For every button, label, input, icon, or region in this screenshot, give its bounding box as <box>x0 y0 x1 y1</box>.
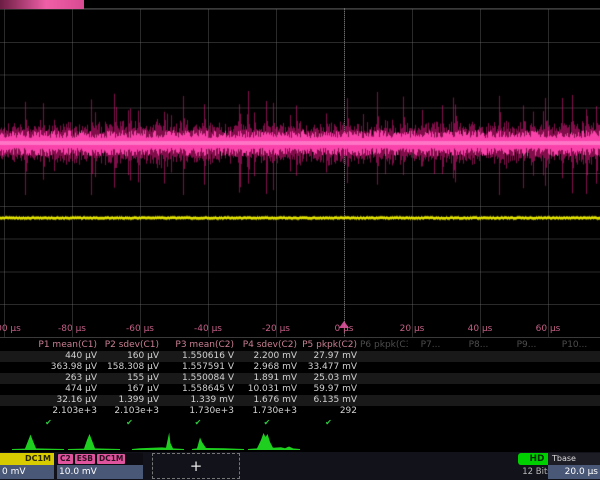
measure-cell: 2.200 mV <box>237 351 300 362</box>
param-header-p7[interactable]: P7... <box>408 340 456 351</box>
histicon-p2 <box>68 431 120 451</box>
histicon-p4 <box>192 431 244 451</box>
measure-row-value: 440 µV 160 µV 1.550616 V 2.200 mV 27.97 … <box>0 351 600 362</box>
measure-cell: 160 µV <box>100 351 162 362</box>
time-tick-label: -40 µs <box>194 324 222 334</box>
trace-annotation-badge <box>0 0 84 9</box>
time-tick-label: 40 µs <box>468 324 493 334</box>
plus-icon: + <box>190 457 203 475</box>
measure-cell: 1.399 µV <box>100 395 162 406</box>
measure-cell: 1.550616 V <box>162 351 237 362</box>
time-tick-label: -20 µs <box>262 324 290 334</box>
param-header-p6[interactable]: P6 pkpk(C3) <box>360 340 408 351</box>
measure-cell: 2.103e+3 <box>100 406 162 417</box>
histicon-p1 <box>12 431 64 451</box>
c1-scale-value: 0 mV <box>0 465 54 479</box>
measure-cell: 32.16 µV <box>0 395 100 406</box>
measure-row-mean: 363.98 µV 158.308 µV 1.557591 V 2.968 mV… <box>0 362 600 373</box>
status-ok-icon: ✔ <box>0 417 100 428</box>
status-ok-icon: ✔ <box>237 417 300 428</box>
c1-coupling-label: DC1M <box>0 453 54 465</box>
add-trace-button[interactable]: + <box>152 453 240 479</box>
param-header-p8[interactable]: P8... <box>456 340 504 351</box>
measure-cell: 1.730e+3 <box>162 406 237 417</box>
c2-esb-badge: ESB <box>75 454 95 464</box>
measure-cell: 10.031 mV <box>237 384 300 395</box>
measure-cell: 1.557591 V <box>162 362 237 373</box>
waveform-traces <box>0 0 600 340</box>
measure-row-status: ✔ ✔ ✔ ✔ ✔ <box>0 417 600 428</box>
measure-cell: 1.891 mV <box>237 373 300 384</box>
channel-c1-descriptor[interactable]: DC1M 0 mV <box>0 453 54 479</box>
histicon-strip <box>0 429 600 452</box>
measure-row-sdev: 32.16 µV 1.399 µV 1.339 mV 1.676 mV 6.13… <box>0 395 600 406</box>
param-header-p4[interactable]: P4 sdev(C2) <box>237 340 300 351</box>
time-tick-label: -100 µs <box>0 324 21 334</box>
oscilloscope-screen: -100 µs -80 µs -60 µs -40 µs -20 µs 0 µs… <box>0 0 600 480</box>
status-ok-icon: ✔ <box>100 417 162 428</box>
tbase-label: Tbase <box>548 453 600 465</box>
measure-row-min: 263 µV 155 µV 1.550084 V 1.891 mV 25.03 … <box>0 373 600 384</box>
time-tick-label: 20 µs <box>400 324 425 334</box>
c2-tab: C2 <box>58 454 73 464</box>
measurement-table: P1 mean(C1) P2 sdev(C1) P3 mean(C2) P4 s… <box>0 340 600 428</box>
measure-cell: 1.339 mV <box>162 395 237 406</box>
measure-cell: 1.558645 V <box>162 384 237 395</box>
time-tick-label: -60 µs <box>126 324 154 334</box>
param-header-p10[interactable]: P10... <box>552 340 600 351</box>
measure-cell: 440 µV <box>0 351 100 362</box>
channel-c2-descriptor[interactable]: C2 ESB DC1M 10.0 mV <box>57 453 143 479</box>
measure-cell: 292 <box>300 406 360 417</box>
measure-cell: 27.97 mV <box>300 351 360 362</box>
time-axis: -100 µs -80 µs -60 µs -40 µs -20 µs 0 µs… <box>0 322 600 336</box>
time-tick-label: -80 µs <box>58 324 86 334</box>
measure-cell: 59.97 mV <box>300 384 360 395</box>
status-ok-icon: ✔ <box>300 417 360 428</box>
measure-cell: 263 µV <box>0 373 100 384</box>
measure-cell: 474 µV <box>0 384 100 395</box>
measure-cell: 25.03 mV <box>300 373 360 384</box>
measure-cell: 1.550084 V <box>162 373 237 384</box>
measure-row-max: 474 µV 167 µV 1.558645 V 10.031 mV 59.97… <box>0 384 600 395</box>
time-tick-label: 60 µs <box>536 324 561 334</box>
c2-coupling-badge: DC1M <box>97 454 125 464</box>
histicon-p3 <box>132 431 184 451</box>
timebase-descriptor[interactable]: Tbase 20.0 µs <box>548 453 600 479</box>
param-header-p3[interactable]: P3 mean(C2) <box>162 340 237 351</box>
param-header-p1[interactable]: P1 mean(C1) <box>0 340 100 351</box>
measure-cell: 2.968 mV <box>237 362 300 373</box>
tbase-value: 20.0 µs <box>548 465 600 479</box>
time-tick-label: 0 µs <box>334 324 353 334</box>
measure-cell: 6.135 mV <box>300 395 360 406</box>
measure-cell: 1.730e+3 <box>237 406 300 417</box>
param-header-p5[interactable]: P5 pkpk(C2) <box>300 340 360 351</box>
waveform-grid-area: -100 µs -80 µs -60 µs -40 µs -20 µs 0 µs… <box>0 0 600 340</box>
param-header-p2[interactable]: P2 sdev(C1) <box>100 340 162 351</box>
param-header-p9[interactable]: P9... <box>504 340 552 351</box>
status-ok-icon: ✔ <box>162 417 237 428</box>
bottom-status-bar: DC1M 0 mV C2 ESB DC1M 10.0 mV + HD 12 Bi… <box>0 452 600 480</box>
measure-cell: 363.98 µV <box>0 362 100 373</box>
measure-header-row: P1 mean(C1) P2 sdev(C1) P3 mean(C2) P4 s… <box>0 340 600 351</box>
measure-cell: 1.676 mV <box>237 395 300 406</box>
histicon-p5 <box>248 431 300 451</box>
measure-cell: 2.103e+3 <box>0 406 100 417</box>
measure-cell: 158.308 µV <box>100 362 162 373</box>
c2-scale-value: 10.0 mV <box>57 465 143 479</box>
measure-cell: 155 µV <box>100 373 162 384</box>
measure-cell: 167 µV <box>100 384 162 395</box>
measure-cell: 33.477 mV <box>300 362 360 373</box>
measure-row-num: 2.103e+3 2.103e+3 1.730e+3 1.730e+3 292 <box>0 406 600 417</box>
